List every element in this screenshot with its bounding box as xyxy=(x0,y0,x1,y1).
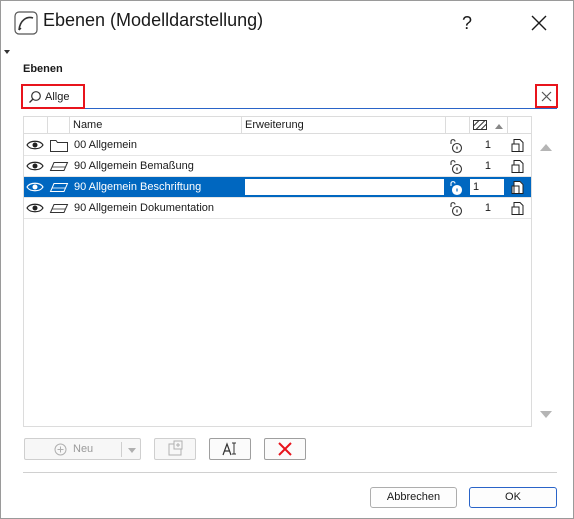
rename-button[interactable] xyxy=(209,438,251,460)
layer-icon xyxy=(49,183,69,192)
new-folder-icon xyxy=(168,440,183,456)
help-button[interactable]: ? xyxy=(445,7,489,39)
layer-icon xyxy=(49,162,69,171)
layer-name[interactable]: 00 Allgemein xyxy=(74,135,137,155)
search-input[interactable] xyxy=(45,89,85,105)
layer-name[interactable]: 90 Allgemein Dokumentation xyxy=(74,198,214,218)
eye-icon[interactable] xyxy=(26,201,44,215)
delete-button[interactable] xyxy=(264,438,306,460)
cancel-button[interactable]: Abbrechen xyxy=(370,487,457,508)
layer-settings-icon[interactable] xyxy=(511,201,527,216)
layer-settings-icon[interactable] xyxy=(511,159,527,174)
rename-icon xyxy=(222,442,236,456)
new-layer-label: Neu xyxy=(73,443,94,455)
close-icon xyxy=(531,15,547,31)
extension-input[interactable] xyxy=(244,178,445,196)
eye-icon[interactable] xyxy=(26,138,44,152)
type-column-header[interactable] xyxy=(48,117,70,134)
scroll-down-arrow-icon[interactable] xyxy=(540,411,552,418)
intersection-number[interactable]: 1 xyxy=(471,135,505,155)
eye-icon[interactable] xyxy=(26,180,44,194)
archicad-icon xyxy=(14,11,38,35)
unlock-icon[interactable] xyxy=(447,200,465,217)
clear-icon xyxy=(541,91,552,102)
layer-name[interactable]: 90 Allgemein Beschriftung xyxy=(74,177,201,197)
layer-settings-icon[interactable] xyxy=(511,138,527,153)
add-circle-icon xyxy=(54,443,67,456)
new-layer-button[interactable]: Neu xyxy=(24,438,141,460)
lock-column-header[interactable] xyxy=(446,117,470,134)
table-row[interactable]: 90 Allgemein Bemaßung 1 xyxy=(24,156,531,177)
close-button[interactable] xyxy=(517,7,561,39)
title-bar: Ebenen (Modelldarstellung) ? xyxy=(1,1,573,45)
intersection-number-input[interactable]: 1 xyxy=(469,178,505,196)
scroll-up-arrow-icon[interactable] xyxy=(540,144,552,151)
table-row-selected[interactable]: 90 Allgemein Beschriftung 1 xyxy=(24,177,531,198)
clear-search-button[interactable] xyxy=(535,84,558,108)
intersection-column-header[interactable] xyxy=(470,117,508,134)
folder-icon xyxy=(50,140,68,152)
collapse-triangle-icon[interactable] xyxy=(4,50,10,54)
table-row[interactable]: 90 Allgemein Dokumentation 1 xyxy=(24,198,531,219)
unlock-icon[interactable] xyxy=(447,179,465,196)
layer-settings-icon[interactable] xyxy=(511,180,527,195)
visibility-column-header[interactable] xyxy=(24,117,48,134)
window-title: Ebenen (Modelldarstellung) xyxy=(43,10,264,30)
doc-column-header[interactable] xyxy=(508,117,531,134)
layers-dialog: Ebenen (Modelldarstellung) ? Ebenen Allg… xyxy=(0,0,574,519)
search-icon xyxy=(29,91,41,103)
split-divider xyxy=(121,442,122,457)
section-label: Ebenen xyxy=(23,63,63,75)
search-highlight-box xyxy=(21,84,85,109)
footer-divider xyxy=(23,472,557,473)
eye-icon[interactable] xyxy=(26,159,44,173)
chevron-down-icon[interactable] xyxy=(128,448,136,453)
delete-x-icon xyxy=(278,442,292,456)
table-header: Name Erweiterung xyxy=(24,117,531,134)
hatch-icon xyxy=(473,120,487,130)
table-row[interactable]: 00 Allgemein 1 xyxy=(24,135,531,156)
name-column-header[interactable]: Name xyxy=(70,117,242,134)
layer-icon xyxy=(49,204,69,213)
layers-table: Name Erweiterung 00 Allgemein 1 90 Allge… xyxy=(23,116,532,427)
unlock-icon[interactable] xyxy=(447,137,465,154)
ok-button[interactable]: OK xyxy=(469,487,557,508)
search-field xyxy=(21,84,558,109)
unlock-icon[interactable] xyxy=(447,158,465,175)
intersection-number[interactable]: 1 xyxy=(471,198,505,218)
new-folder-button[interactable] xyxy=(154,438,196,460)
extension-column-header[interactable]: Erweiterung xyxy=(242,117,446,134)
sort-ascending-icon xyxy=(495,124,503,129)
intersection-number[interactable]: 1 xyxy=(471,156,505,176)
layer-name[interactable]: 90 Allgemein Bemaßung xyxy=(74,156,194,176)
